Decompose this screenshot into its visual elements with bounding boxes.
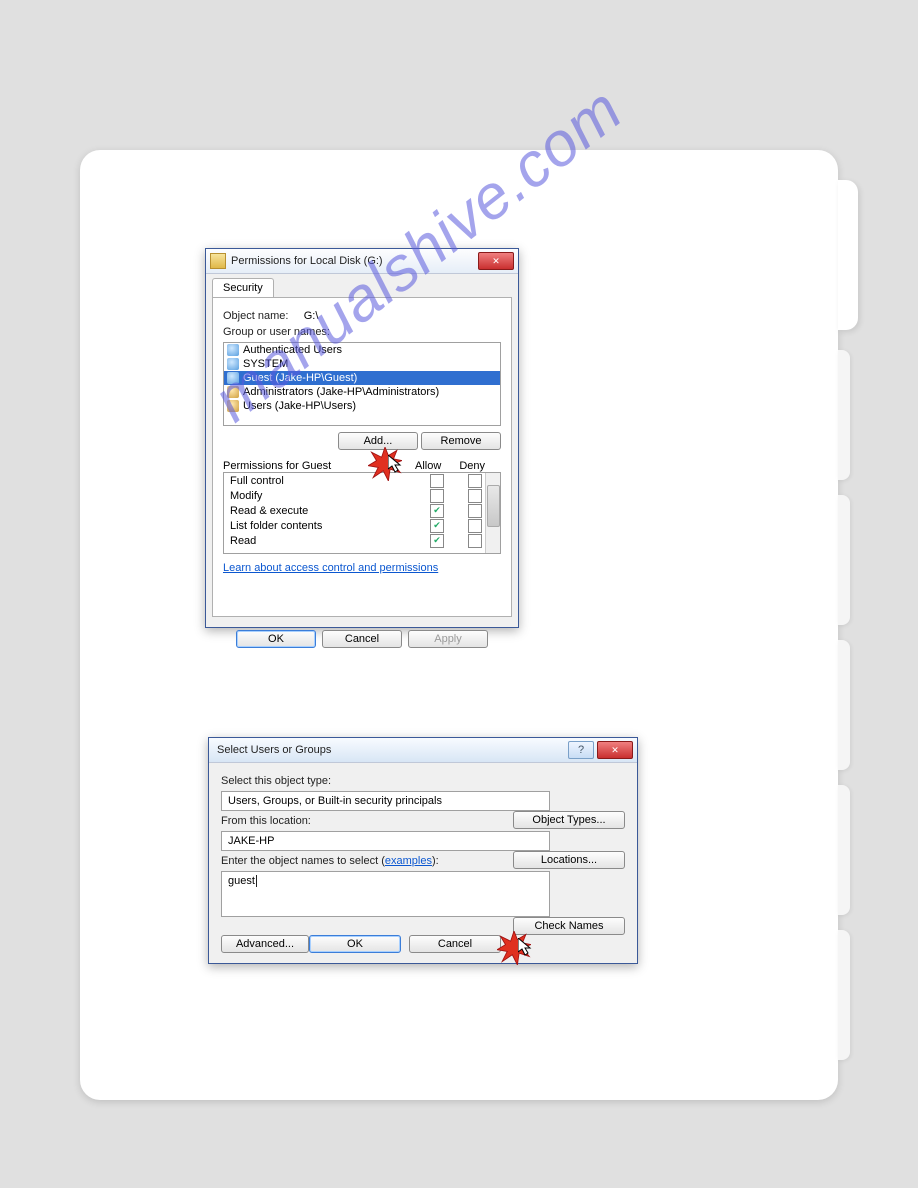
- object-type-label: Select this object type:: [221, 775, 625, 787]
- permission-name: List folder contents: [230, 520, 418, 532]
- permission-row: Modify: [224, 488, 500, 503]
- group-icon: [227, 400, 239, 412]
- cancel-button[interactable]: Cancel: [409, 935, 501, 953]
- apply-button[interactable]: Apply: [408, 630, 488, 648]
- input-value: guest: [228, 875, 255, 887]
- page-side-tab: [838, 640, 850, 770]
- allow-checkbox[interactable]: [430, 474, 444, 488]
- list-item[interactable]: Administrators (Jake-HP\Administrators): [224, 385, 500, 399]
- deny-checkbox[interactable]: [468, 519, 482, 533]
- users-icon: [227, 344, 239, 356]
- list-item-label: Administrators (Jake-HP\Administrators): [243, 386, 439, 398]
- allow-checkbox[interactable]: ✔: [430, 519, 444, 533]
- location-field: JAKE-HP: [221, 831, 550, 851]
- help-button[interactable]: ?: [568, 741, 594, 759]
- dialog-title: Select Users or Groups: [213, 744, 568, 756]
- folder-icon: [210, 253, 226, 269]
- label-text: Enter the object names to select (: [221, 855, 385, 867]
- user-icon: [227, 358, 239, 370]
- dialog-footer: OK Cancel Apply: [206, 624, 518, 654]
- allow-checkbox[interactable]: ✔: [430, 504, 444, 518]
- object-types-button[interactable]: Object Types...: [513, 811, 625, 829]
- page-side-tab: [838, 930, 850, 1060]
- user-icon: [227, 372, 239, 384]
- titlebar[interactable]: Select Users or Groups ? ✕: [209, 738, 637, 763]
- permission-row: Full control: [224, 473, 500, 488]
- ok-button[interactable]: OK: [236, 630, 316, 648]
- object-name-label: Object name:: [223, 310, 288, 322]
- tab-security[interactable]: Security: [212, 278, 274, 298]
- permission-row: List folder contents ✔: [224, 518, 500, 533]
- examples-link[interactable]: examples: [385, 855, 432, 867]
- deny-checkbox[interactable]: [468, 534, 482, 548]
- page-tab-main: [838, 180, 858, 330]
- allow-checkbox[interactable]: ✔: [430, 534, 444, 548]
- list-item-label: Users (Jake-HP\Users): [243, 400, 356, 412]
- close-button[interactable]: ✕: [478, 252, 514, 270]
- scroll-thumb[interactable]: [487, 485, 500, 527]
- permissions-dialog: Permissions for Local Disk (G:) ✕ Securi…: [205, 248, 519, 628]
- deny-checkbox[interactable]: [468, 489, 482, 503]
- column-deny: Deny: [459, 460, 485, 472]
- object-type-field: Users, Groups, or Built-in security prin…: [221, 791, 550, 811]
- list-item-label: SYSTEM: [243, 358, 288, 370]
- add-button[interactable]: Add...: [338, 432, 418, 450]
- deny-checkbox[interactable]: [468, 504, 482, 518]
- column-allow: Allow: [415, 460, 441, 472]
- dialog-body: Select this object type: Users, Groups, …: [209, 763, 637, 929]
- advanced-button[interactable]: Advanced...: [221, 935, 309, 953]
- locations-button[interactable]: Locations...: [513, 851, 625, 869]
- cancel-button[interactable]: Cancel: [322, 630, 402, 648]
- scrollbar[interactable]: [485, 473, 500, 553]
- tab-strip: Security: [206, 274, 518, 298]
- list-item-label: Authenticated Users: [243, 344, 342, 356]
- tab-body: Object name: G:\ Group or user names: Au…: [212, 297, 512, 617]
- list-item-selected[interactable]: Guest (Jake-HP\Guest): [224, 371, 500, 385]
- object-name-value: G:\: [304, 310, 319, 322]
- select-users-dialog: Select Users or Groups ? ✕ Select this o…: [208, 737, 638, 964]
- dialog-footer: Advanced... OK Cancel: [209, 929, 513, 959]
- groups-label: Group or user names:: [223, 326, 501, 338]
- titlebar[interactable]: Permissions for Local Disk (G:) ✕: [206, 249, 518, 274]
- permission-name: Full control: [230, 475, 418, 487]
- permissions-list[interactable]: Full control Modify Read & execute ✔ Lis…: [223, 472, 501, 554]
- allow-checkbox[interactable]: [430, 489, 444, 503]
- cursor-icon: [518, 938, 532, 956]
- cursor-icon: [388, 455, 402, 473]
- permission-name: Read & execute: [230, 505, 418, 517]
- remove-button[interactable]: Remove: [421, 432, 501, 450]
- close-button[interactable]: ✕: [597, 741, 633, 759]
- groups-listbox[interactable]: Authenticated Users SYSTEM Guest (Jake-H…: [223, 342, 501, 426]
- deny-checkbox[interactable]: [468, 474, 482, 488]
- page-side-tab: [838, 785, 850, 915]
- list-item[interactable]: SYSTEM: [224, 357, 500, 371]
- ok-button[interactable]: OK: [309, 935, 401, 953]
- page-side-tab: [838, 495, 850, 625]
- list-item[interactable]: Users (Jake-HP\Users): [224, 399, 500, 413]
- check-names-button[interactable]: Check Names: [513, 917, 625, 935]
- object-names-input[interactable]: guest: [221, 871, 550, 917]
- permission-name: Read: [230, 535, 418, 547]
- label-text: ):: [432, 855, 439, 867]
- page-side-tab: [838, 350, 850, 480]
- list-item-label: Guest (Jake-HP\Guest): [243, 372, 357, 384]
- permission-row: Read ✔: [224, 533, 500, 548]
- permissions-label: Permissions for Guest: [223, 460, 331, 472]
- permission-name: Modify: [230, 490, 418, 502]
- group-icon: [227, 386, 239, 398]
- permission-row: Read & execute ✔: [224, 503, 500, 518]
- list-item[interactable]: Authenticated Users: [224, 343, 500, 357]
- learn-link[interactable]: Learn about access control and permissio…: [223, 562, 438, 574]
- dialog-title: Permissions for Local Disk (G:): [231, 255, 478, 267]
- text-caret-icon: [256, 875, 257, 887]
